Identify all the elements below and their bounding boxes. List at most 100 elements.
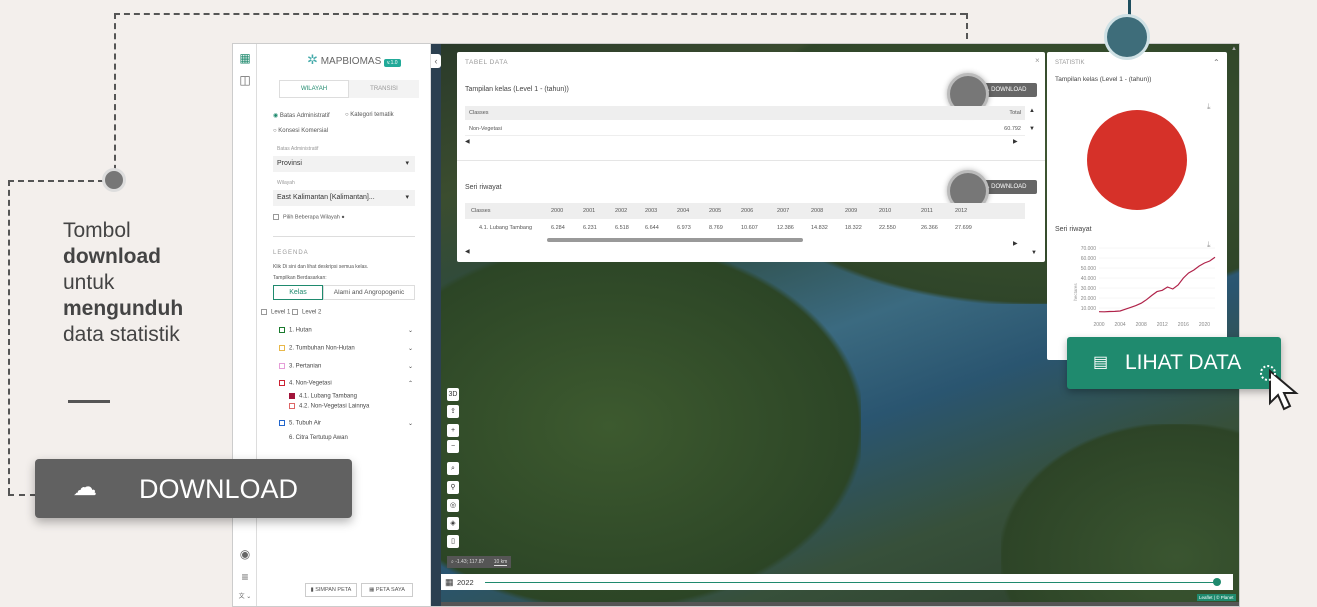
radio-konsesi[interactable]: ○ Konsesi Komersial [273,128,328,134]
chevron-down-icon: ⌄ [407,328,413,334]
map-icon[interactable]: ◫ [237,72,253,88]
row-label: 4.1. Lubang Tambang [479,225,533,231]
basemap-icon[interactable]: ▯ [447,535,459,548]
3d-button[interactable]: 3D [447,388,459,401]
scroll-left-icon[interactable]: ◀ [465,138,470,145]
divider [273,236,415,237]
timeline-year: 2022 [457,578,474,587]
scroll-left-icon[interactable]: ◀ [465,248,470,255]
wilayah-value: East Kalimantan [Kalimantan]... [277,194,375,201]
classes-header: Classes [471,208,491,214]
series-table-row: 4.1. Lubang Tambang 6.284 6.231 6.518 6.… [465,221,1025,235]
lihat-data-label: LIHAT DATA [1125,351,1242,374]
chevron-down-icon: ▾ [405,160,409,167]
layers-icon[interactable]: ◈ [447,517,459,530]
value-cell: 6.518 [615,225,629,231]
radio-kategori[interactable]: ○ Kategori tematik [345,112,394,118]
search-map-icon[interactable]: ⌕ [447,462,459,475]
download-icon[interactable]: ⤓ [1207,102,1211,112]
year-cell: 2002 [615,208,628,214]
year-cell: 2003 [645,208,658,214]
user-icon[interactable]: ◉ [237,546,253,562]
year-cell: 2008 [811,208,824,214]
legenda-note[interactable]: Klik Di sini dan lihat deskripsi semua k… [273,264,368,270]
timeline-track[interactable] [485,582,1217,583]
timeline-handle[interactable] [1213,578,1221,586]
zoom-out-button[interactable]: − [447,440,459,453]
multi-select-checkbox[interactable]: Pilih Beberapa Wilayah ● [273,214,345,220]
level-checkboxes[interactable]: Level 1 Level 2 [261,309,321,316]
pin-icon[interactable]: ⚲ [447,481,459,494]
legend-item[interactable]: 5. Tubuh Air ⌄ [279,420,413,427]
scroll-right-icon[interactable]: ▶ [1013,138,1018,145]
legend-subitem[interactable]: 4.2. Non-Vegetasi Lainnya [289,403,369,410]
icon-rail: ▦ ◫ ◉ ≡ 文 ⌄ [233,44,257,606]
annotation-divider [68,400,110,403]
radio-batas[interactable]: ◉ Batas Administratif [273,112,330,119]
scroll-down-icon[interactable]: ▼ [1029,126,1035,132]
scroll-up-icon[interactable]: ▲ [1231,46,1237,52]
value-cell: 10.607 [741,225,758,231]
peta-saya-button[interactable]: ▦ PETA SAYA [361,583,413,597]
statistik-panel: STATISTIK ⌃ Tampilan kelas (Level 1 - (t… [1047,52,1227,360]
legend-subitem[interactable]: 4.1. Lubang Tambang [289,393,357,400]
tab-wilayah[interactable]: WILAYAH [279,80,349,98]
collapse-sidebar-button[interactable]: ‹ [431,54,441,68]
cursor-icon [1260,365,1299,411]
scroll-right-icon[interactable]: ▶ [1013,240,1018,247]
legend-item[interactable]: 1. Hutan ⌄ [279,327,413,334]
scroll-down-icon[interactable]: ▼ [1031,250,1037,256]
attribution-text: Leaflet | © Planet [1199,595,1234,600]
scroll-up-icon[interactable]: ▲ [1029,108,1035,114]
radio-label: Kategori tematik [350,112,394,118]
value-cell: 12.386 [777,225,794,231]
year-cell: 2009 [845,208,858,214]
annotation-line: untuk [63,271,115,294]
legend-item[interactable]: 2. Tumbuhan Non-Hutan ⌄ [279,345,413,352]
tab-transisi[interactable]: TRANSISI [349,80,419,98]
kelas-button[interactable]: Kelas [273,285,323,300]
tabel-data-panel: TABEL DATA × Tampilan kelas (Level 1 - (… [457,52,1045,262]
legend-item[interactable]: 6. Citra Tertutup Awan [289,435,348,441]
download-label: DOWNLOAD [991,184,1027,190]
value-cell: 6.973 [677,225,691,231]
satellite-map[interactable]: 3D ⇪ + − ⌕ ⚲ ◎ ◈ ▯ ⌕ -1.43; 117.87 10 km… [441,44,1239,606]
year-cell: 2010 [879,208,892,214]
legend-item[interactable]: 4. Non-Vegetasi ⌃ [279,380,413,387]
chevron-up-icon[interactable]: ⌃ [1213,58,1220,67]
share-icon[interactable]: ⇪ [447,405,459,418]
row-total: 60.792 [1004,126,1021,132]
lihat-data-button[interactable]: ▤ LIHAT DATA [1067,337,1281,389]
legend-item[interactable]: 3. Pertanian ⌄ [279,363,413,370]
attribution[interactable]: Leaflet | © Planet [1197,594,1236,601]
chevron-down-icon: ⌄ [407,421,413,427]
legend-label: 6. Citra Tertutup Awan [289,435,348,441]
cloud-download-icon: ☁ [73,474,97,501]
y-tick-label: 60.000 [1081,256,1097,262]
language-icon[interactable]: 文 ⌄ [237,589,253,605]
simpan-peta-button[interactable]: ▮ SIMPAN PETA [305,583,357,597]
admin-value: Provinsi [277,160,302,167]
year-cell: 2007 [777,208,790,214]
annotation-line: data statistik [63,323,180,346]
zoom-in-button[interactable]: + [447,424,459,437]
legend-label: 4. Non-Vegetasi [289,380,332,387]
radio-label: Batas Administratif [279,113,330,119]
admin-select[interactable]: Provinsi ▾ [273,156,415,172]
wilayah-select[interactable]: East Kalimantan [Kalimantan]... ▾ [273,190,415,206]
series-table-header: Classes 2000 2001 2002 2003 2004 2005 20… [465,203,1025,219]
alami-button[interactable]: Alami and Angropogenic [323,285,415,300]
line-chart: 70.000 60.000 50.000 40.000 30.000 20.000 10.0… [1073,246,1216,328]
sidebar-panel: ✲ MAPBIOMAS v.1.0 WILAYAH TRANSISI ◉ Bat… [257,44,431,606]
app-logo-icon[interactable]: ▦ [237,50,253,66]
value-cell: 6.231 [583,225,597,231]
total-header: Total [1009,110,1021,116]
y-tick-label: 30.000 [1081,286,1097,292]
location-icon[interactable]: ◎ [447,499,459,512]
calendar-icon[interactable]: ▦ [445,577,454,588]
close-icon[interactable]: × [1035,56,1040,65]
horizontal-scrollbar[interactable] [547,238,803,242]
menu-icon[interactable]: ≡ [237,569,253,585]
download-callout-button[interactable]: ☁ DOWNLOAD [35,459,352,518]
y-tick-label: 20.000 [1081,296,1097,302]
